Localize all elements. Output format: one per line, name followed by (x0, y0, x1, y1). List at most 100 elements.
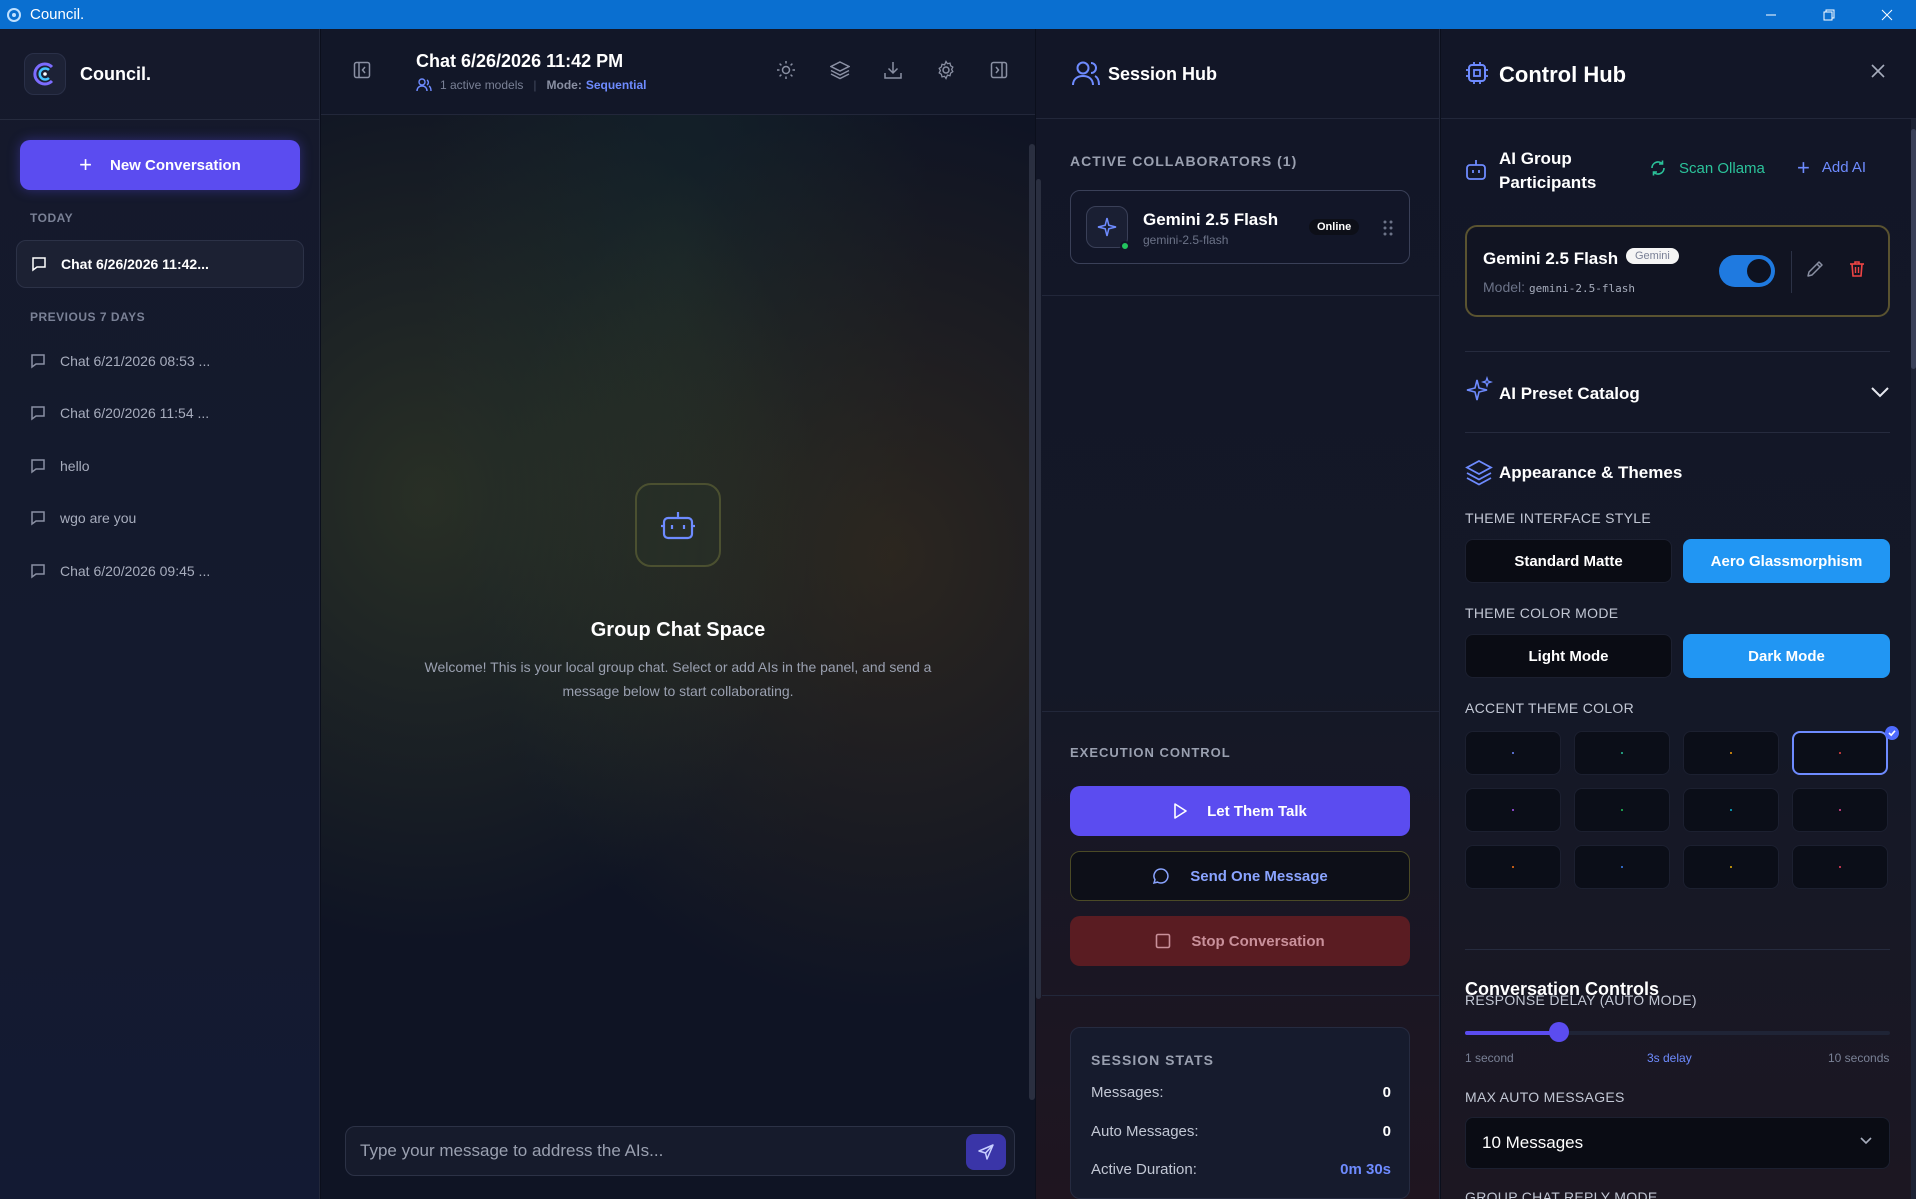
settings-button[interactable] (935, 59, 957, 81)
accent-swatch[interactable] (1574, 731, 1670, 775)
chat-subtitle: 1 active models | Mode: Sequential (416, 78, 647, 92)
chat-item[interactable]: Chat 6/21/2026 08:53 ... (16, 337, 304, 385)
session-hub-scrollbar[interactable] (1036, 179, 1041, 999)
accent-swatch[interactable] (1792, 788, 1888, 832)
scan-ollama-button[interactable]: Scan Ollama (1649, 159, 1765, 177)
send-button[interactable] (966, 1134, 1006, 1170)
accent-swatch[interactable] (1574, 845, 1670, 889)
toggle-right-panel-button[interactable] (988, 59, 1010, 81)
session-hub: Session Hub ACTIVE COLLABORATORS (1) Gem… (1036, 29, 1440, 1199)
chat-bubble-icon (31, 406, 45, 421)
execution-label: EXECUTION CONTROL (1070, 745, 1231, 760)
collaborator-card[interactable]: Gemini 2.5 Flash gemini-2.5-flash Online (1070, 190, 1410, 264)
chat-item-active[interactable]: Chat 6/26/2026 11:42... (16, 240, 304, 288)
minimize-button[interactable] (1742, 0, 1800, 29)
swatch-color-dot (1512, 809, 1514, 811)
color-mode-light[interactable]: Light Mode (1465, 634, 1672, 678)
close-button[interactable] (1858, 0, 1916, 29)
appearance-title: Appearance & Themes (1499, 463, 1683, 482)
swatch-color-dot (1839, 866, 1841, 868)
accent-swatch[interactable] (1574, 788, 1670, 832)
stat-value: 0 (1382, 1123, 1391, 1140)
stats-title: SESSION STATS (1091, 1052, 1214, 1068)
send-one-message-button[interactable]: Send One Message (1070, 851, 1410, 901)
max-auto-messages-label: MAX AUTO MESSAGES (1465, 1089, 1625, 1105)
accent-swatch[interactable] (1792, 731, 1888, 775)
participant-card[interactable]: Gemini 2.5 Flash Gemini Model: gemini-2.5… (1465, 225, 1890, 317)
selected-check-icon (1885, 726, 1899, 740)
stop-conversation-label: Stop Conversation (1191, 932, 1325, 950)
accent-swatch[interactable] (1683, 845, 1779, 889)
chat-item[interactable]: Chat 6/20/2026 11:54 ... (16, 389, 304, 437)
chat-item[interactable]: hello (16, 442, 304, 490)
section-label-today: TODAY (30, 211, 74, 225)
swatch-color-dot (1621, 866, 1623, 868)
chevron-down-icon (1871, 387, 1889, 398)
control-hub-scrollbar[interactable] (1911, 119, 1916, 1199)
pencil-icon[interactable] (1805, 259, 1825, 279)
accent-swatch[interactable] (1792, 845, 1888, 889)
select-value: 10 Messages (1482, 1133, 1584, 1152)
chat-bubble-icon (31, 511, 45, 526)
close-panel-icon[interactable] (1870, 63, 1886, 79)
toggle-sidebar-button[interactable] (351, 59, 373, 81)
swatch-color-dot (1730, 866, 1732, 868)
plus-icon: + (1797, 155, 1810, 180)
accent-swatch[interactable] (1683, 788, 1779, 832)
add-ai-button[interactable]: + Add AI (1797, 155, 1866, 180)
layers-button[interactable] (829, 59, 851, 81)
chat-item[interactable]: wgo are you (16, 494, 304, 542)
sidebar-divider (0, 119, 320, 120)
restore-button[interactable] (1800, 0, 1858, 29)
chevron-down-icon (1860, 1137, 1872, 1145)
accent-swatch[interactable] (1465, 731, 1561, 775)
online-indicator (1120, 241, 1130, 251)
chat-item[interactable]: Chat 6/20/2026 09:45 ... (16, 547, 304, 595)
export-button[interactable] (882, 59, 904, 81)
panel-right-icon (990, 61, 1008, 79)
preset-catalog-toggle[interactable]: AI Preset Catalog (1465, 374, 1890, 414)
status-badge: Online (1309, 219, 1360, 235)
message-input[interactable] (360, 1127, 950, 1175)
close-icon (1881, 9, 1893, 20)
users-icon (1072, 61, 1100, 86)
accent-swatch[interactable] (1683, 731, 1779, 775)
color-mode-dark[interactable]: Dark Mode (1683, 634, 1890, 678)
chat-bubble-icon (31, 564, 45, 579)
theme-toggle-button[interactable] (775, 59, 797, 81)
max-auto-messages-select[interactable]: 10 Messages (1465, 1117, 1890, 1169)
theme-style-aero-glassmorphism[interactable]: Aero Glassmorphism (1683, 539, 1890, 583)
new-conversation-button[interactable]: + New Conversation (20, 140, 300, 190)
scrollbar-thumb[interactable] (1911, 129, 1916, 369)
download-icon (884, 62, 902, 79)
theme-style-standard-matte[interactable]: Standard Matte (1465, 539, 1672, 583)
preset-catalog-title: AI Preset Catalog (1499, 384, 1640, 403)
accent-swatch[interactable] (1465, 788, 1561, 832)
response-delay-slider[interactable] (1465, 1031, 1890, 1035)
empty-state-text: Welcome! This is your local group chat. … (424, 659, 932, 699)
stop-conversation-button[interactable]: Stop Conversation (1070, 916, 1410, 966)
let-them-talk-button[interactable]: Let Them Talk (1070, 786, 1410, 836)
window-title: Council. (30, 6, 85, 23)
session-hub-header: Session Hub (1036, 29, 1440, 119)
control-hub: Control Hub AI Group Participants Scan O… (1441, 29, 1916, 1199)
participant-model: Model: gemini-2.5-flash (1483, 279, 1635, 295)
chat-bubble-icon (32, 257, 46, 272)
empty-state-bot (635, 483, 721, 567)
separator: | (533, 78, 537, 92)
provider-badge: Gemini (1626, 248, 1679, 264)
trash-icon[interactable] (1847, 259, 1867, 279)
toggle-knob (1747, 259, 1771, 283)
participant-name: Gemini 2.5 Flash (1483, 249, 1619, 268)
mode-key: Mode: (546, 78, 582, 92)
participant-enable-toggle[interactable] (1719, 255, 1775, 287)
divider (1042, 711, 1440, 712)
new-conversation-label: New Conversation (109, 156, 241, 174)
chat-item-label: Chat 6/21/2026 08:53 ... (60, 353, 211, 369)
brand: Council. (24, 53, 151, 95)
chat-item-label: Chat 6/20/2026 09:45 ... (60, 563, 211, 579)
slider-thumb[interactable] (1549, 1022, 1570, 1042)
accent-swatch[interactable] (1465, 845, 1561, 889)
swatch-color-dot (1512, 752, 1514, 754)
drag-handle-icon[interactable] (1382, 219, 1394, 237)
